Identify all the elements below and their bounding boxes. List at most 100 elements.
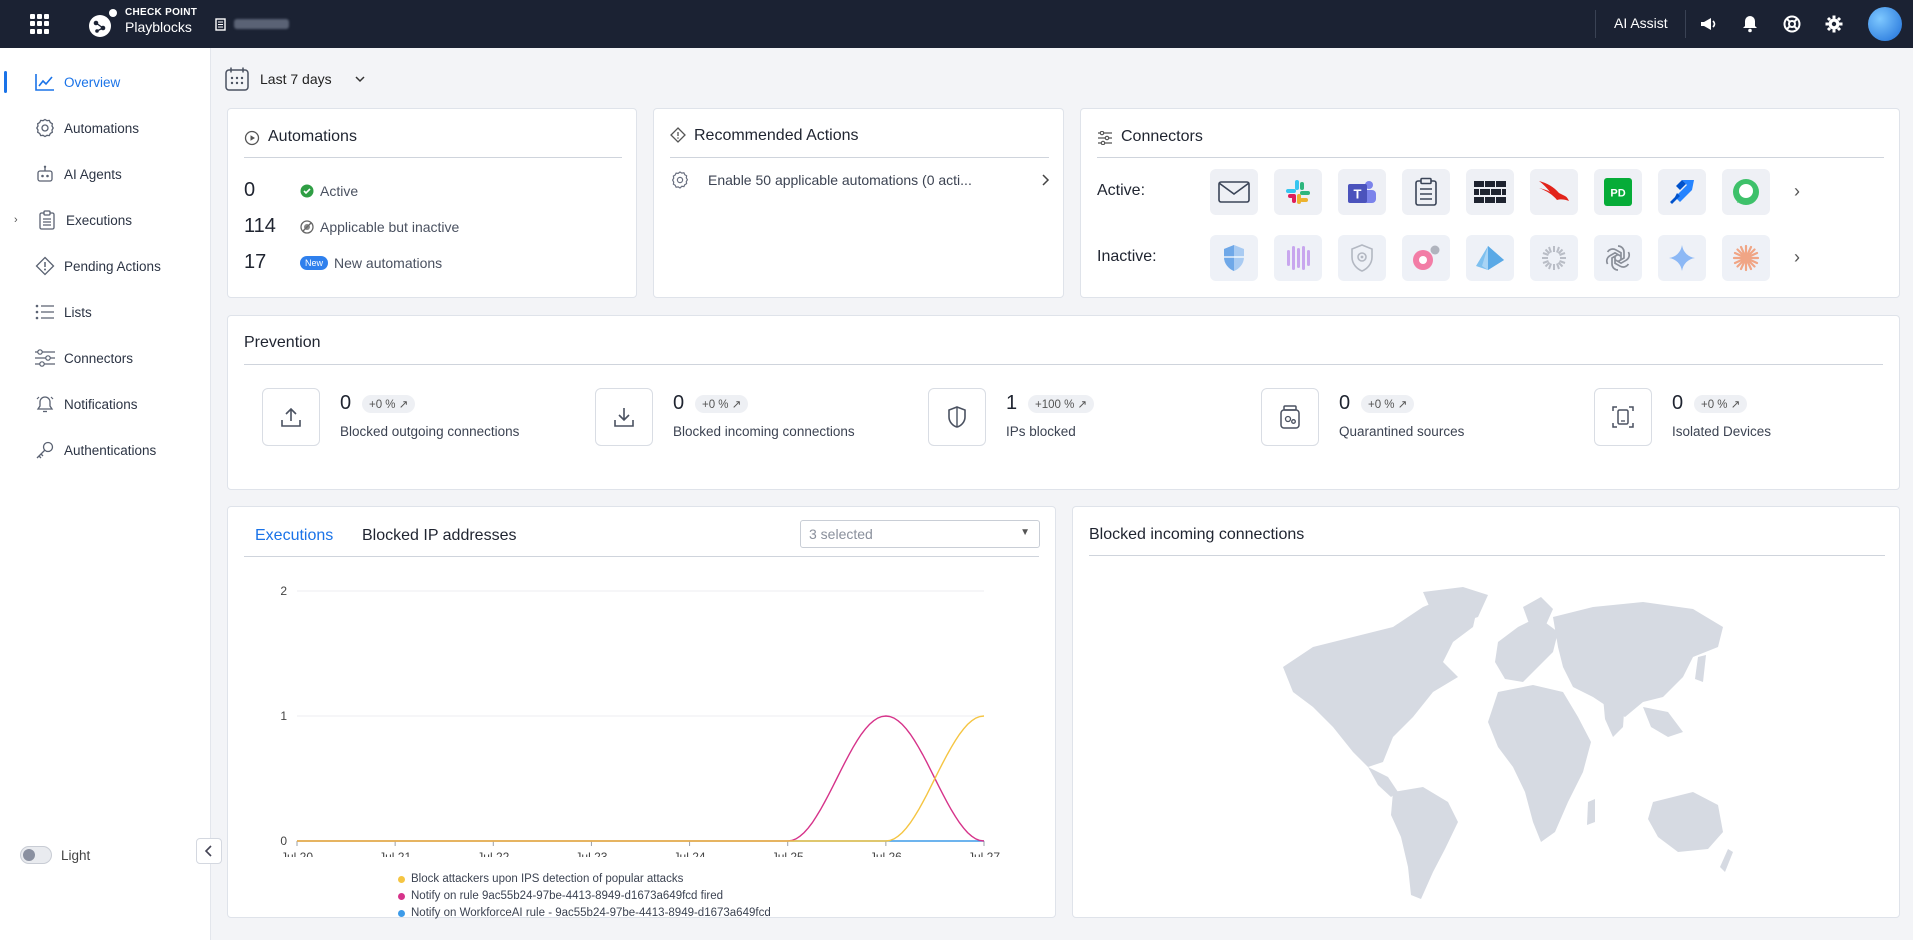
divider: [670, 157, 1049, 158]
recommended-item[interactable]: Enable 50 applicable automations (0 acti…: [670, 167, 1050, 193]
toggle-switch[interactable]: [20, 846, 52, 864]
metric-label: Quarantined sources: [1339, 424, 1465, 439]
cluster-icon[interactable]: [1402, 235, 1450, 281]
chevron-right-icon[interactable]: ›: [1794, 247, 1800, 268]
x-tick-label: Jul 23: [575, 850, 607, 857]
crowdstrike-icon[interactable]: [1530, 169, 1578, 215]
ai-assist-button[interactable]: AI Assist: [1614, 15, 1668, 31]
chevron-left-icon: [204, 845, 212, 857]
svg-text:T: T: [1354, 187, 1362, 202]
asterisk-icon[interactable]: [1722, 235, 1770, 281]
metric-value: 0: [340, 392, 352, 414]
automations-card: Automations 0 Active 114 Applicable but …: [227, 108, 637, 298]
legend-label: Notify on rule 9ac55b24-97be-4413-8949-d…: [411, 890, 724, 902]
sidebar-item-automations[interactable]: Automations: [0, 108, 210, 148]
sidebar-item-authentications[interactable]: Authentications: [0, 430, 210, 470]
tenant-selector[interactable]: [215, 15, 295, 33]
change-badge: +0 % ↗: [1361, 395, 1415, 413]
sidebar-item-executions[interactable]: › Executions: [0, 200, 210, 240]
recommended-actions-card: Recommended Actions Enable 50 applicable…: [653, 108, 1064, 298]
series-line: [297, 715, 985, 842]
help-icon[interactable]: [1780, 12, 1804, 36]
connectors-title: Connectors: [1121, 128, 1203, 145]
sidebar-item-label: Notifications: [64, 396, 138, 412]
x-tick-label: Jul 21: [379, 850, 411, 857]
legend-swatch: [398, 875, 405, 883]
bell-icon[interactable]: [1738, 12, 1762, 36]
new-badge: New: [300, 255, 329, 270]
top-bar: CHECK POINT Playblocks AI Assist: [0, 0, 1913, 48]
sidebar-item-connectors[interactable]: Connectors: [0, 338, 210, 378]
building-icon: [215, 17, 226, 31]
sidebar-item-lists[interactable]: Lists: [0, 292, 210, 332]
megaphone-icon[interactable]: [1696, 12, 1720, 36]
tab-blocked-ip-addresses[interactable]: Blocked IP addresses: [362, 527, 516, 545]
chevron-down-icon: [355, 76, 365, 83]
legend-item[interactable]: Block attackers upon IPS detection of po…: [398, 873, 683, 885]
sunburst-icon[interactable]: [1530, 235, 1578, 281]
date-range-picker[interactable]: Last 7 days: [224, 66, 366, 92]
metric-label: Blocked outgoing connections: [340, 424, 520, 439]
map-card: Blocked incoming connections: [1072, 506, 1900, 918]
active-count: 0: [244, 179, 256, 201]
divider: [244, 364, 1883, 365]
sidebar-item-ai-agents[interactable]: AI Agents: [0, 154, 210, 194]
key-icon: [34, 439, 56, 461]
slack-icon[interactable]: [1274, 169, 1322, 215]
collapse-sidebar-button[interactable]: [196, 838, 222, 864]
play-circle-icon: [244, 130, 260, 146]
bell-icon: [34, 393, 56, 415]
theme-toggle[interactable]: Light: [20, 846, 90, 864]
sparkle-icon[interactable]: [1658, 235, 1706, 281]
apps-grid-icon[interactable]: [30, 14, 50, 34]
sidebar-item-label: Overview: [64, 74, 121, 90]
chevron-right-icon[interactable]: ›: [1794, 181, 1800, 202]
pagerduty-icon[interactable]: PD: [1594, 169, 1642, 215]
legend-item[interactable]: Notify on rule 9ac55b24-97be-4413-8949-d…: [398, 890, 723, 902]
legend-item[interactable]: Notify on WorkforceAI rule - 9ac55b24-97…: [398, 907, 771, 919]
gear-icon[interactable]: [1822, 12, 1846, 36]
mail-icon[interactable]: [1210, 169, 1258, 215]
line-chart: 0 1 2 Jul 20 Jul 21 Jul 22 Jul 23 Jul 24 Jul 25 J…: [280, 584, 1000, 857]
status-label: New automations: [334, 254, 443, 271]
avatar[interactable]: [1868, 7, 1902, 41]
azure-icon[interactable]: [1466, 235, 1514, 281]
sidebar-item-notifications[interactable]: Notifications: [0, 384, 210, 424]
status-label: Applicable but inactive: [320, 218, 460, 235]
teams-icon[interactable]: T: [1338, 169, 1386, 215]
change-badge: +0 % ↗: [362, 395, 416, 413]
chat-bubble-icon[interactable]: [1722, 169, 1770, 215]
sidebar-item-overview[interactable]: Overview: [0, 62, 210, 102]
date-range-label: Last 7 days: [260, 71, 332, 87]
change-badge: +0 % ↗: [1694, 395, 1748, 413]
sidebar-item-label: AI Agents: [64, 166, 122, 182]
change-badge: +0 % ↗: [695, 395, 749, 413]
sliders-icon: [34, 347, 56, 369]
automation-row-active[interactable]: 0 Active: [244, 179, 358, 202]
shield-icon[interactable]: [1210, 235, 1258, 281]
device-icon: [1594, 388, 1652, 446]
diamond-alert-icon: [670, 127, 686, 143]
openai-icon[interactable]: [1594, 235, 1642, 281]
metric-value: 1: [1006, 392, 1018, 414]
automation-row-inactive[interactable]: 114 Applicable but inactive: [244, 215, 459, 238]
sliders-icon: [1098, 131, 1112, 145]
sidebar-item-pending-actions[interactable]: Pending Actions: [0, 246, 210, 286]
diamond-icon: [34, 255, 56, 277]
disabled-circle-icon: [300, 219, 314, 234]
bars-icon[interactable]: [1274, 235, 1322, 281]
tab-executions[interactable]: Executions: [255, 527, 333, 545]
jar-icon: [1261, 388, 1319, 446]
chevron-right-icon[interactable]: ›: [14, 214, 18, 226]
executions-chart-card: Executions Blocked IP addresses 3 select…: [227, 506, 1056, 919]
clipboard-icon[interactable]: [1402, 169, 1450, 215]
automation-row-new[interactable]: 17 New New automations: [244, 251, 442, 274]
jira-icon[interactable]: [1658, 169, 1706, 215]
prevention-card: Prevention 0 +0 % ↗ Blocked outgoing con…: [227, 315, 1900, 490]
x-tick-label: Jul 26: [870, 850, 902, 857]
recommended-item-label: Enable 50 applicable automations (0 acti…: [708, 172, 972, 188]
sidebar-item-label: Pending Actions: [64, 258, 161, 274]
shield-gear-icon[interactable]: [1338, 235, 1386, 281]
series-select[interactable]: 3 selected ▼: [800, 520, 1040, 548]
firewall-icon[interactable]: [1466, 169, 1514, 215]
